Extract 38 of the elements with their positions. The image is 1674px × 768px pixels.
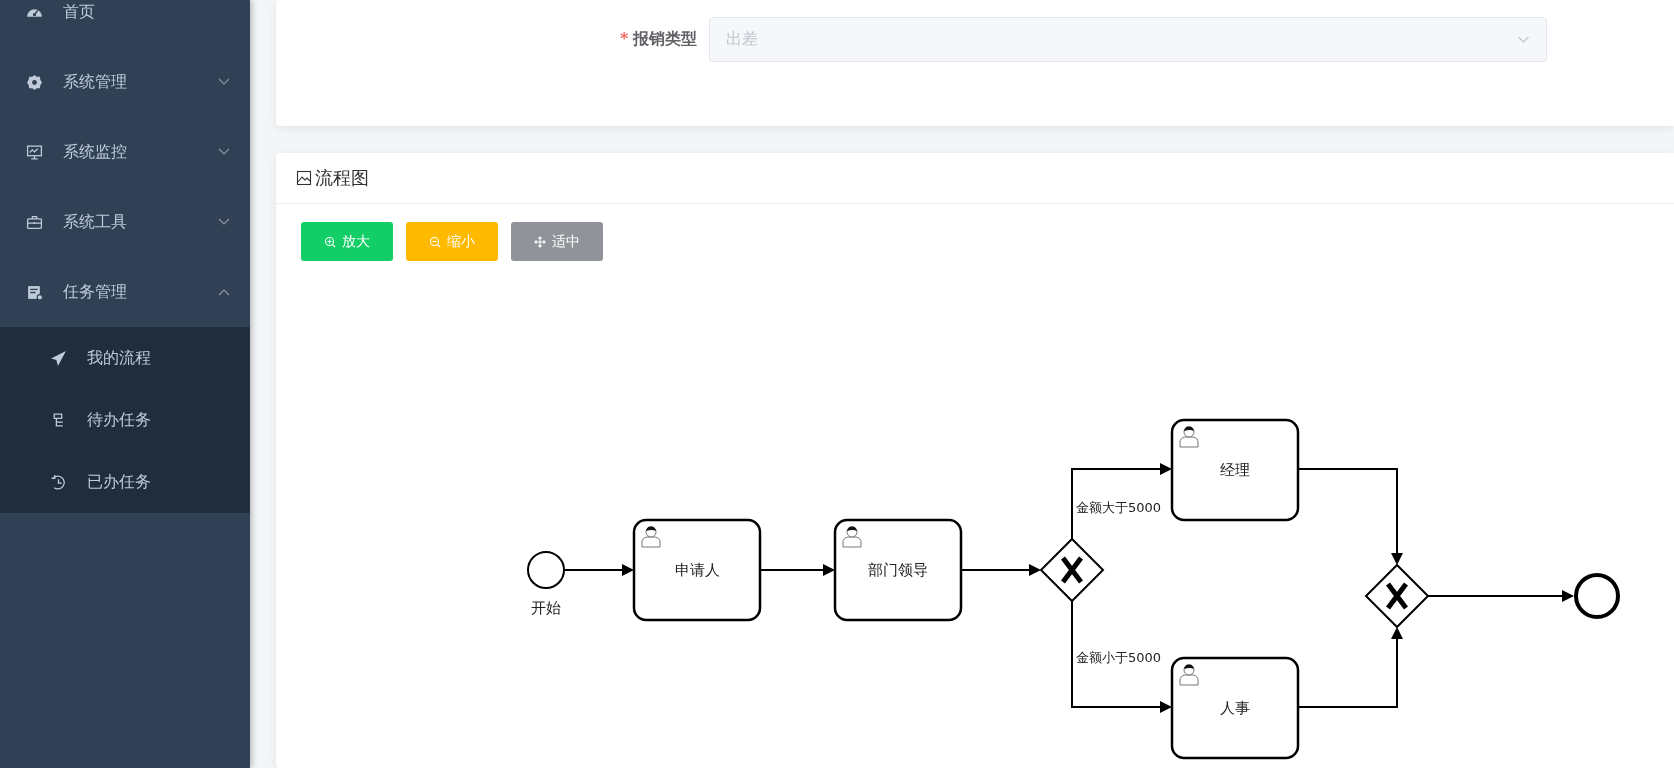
task-label: 部门领导	[868, 561, 928, 579]
chevron-icon	[1517, 35, 1531, 44]
node-label: 开始	[531, 599, 561, 617]
menu-item[interactable]: 系统工具	[0, 187, 250, 257]
flow-label: 金额小于5000	[1076, 650, 1162, 665]
person-icon	[842, 526, 862, 548]
required-mark: *	[620, 29, 629, 48]
move-icon	[534, 235, 546, 248]
person-icon	[1179, 426, 1199, 448]
clock-icon	[50, 473, 67, 491]
picture-icon	[296, 170, 312, 186]
toolbox-icon	[26, 213, 43, 231]
task-label: 经理	[1220, 461, 1250, 479]
start-event	[527, 551, 565, 589]
zoom-in-icon	[324, 235, 336, 248]
gateway	[1364, 563, 1430, 629]
person-icon	[641, 526, 661, 548]
submenu-item[interactable]: 我的流程	[0, 327, 250, 389]
menu-item[interactable]: 系统管理	[0, 47, 250, 117]
menu-item[interactable]: 任务管理	[0, 257, 250, 327]
document-icon	[26, 283, 43, 301]
gateway	[1039, 537, 1105, 603]
zoom-out-icon	[429, 235, 441, 248]
task-label: 人事	[1220, 699, 1250, 717]
flow-arrow	[564, 564, 634, 576]
menu-item[interactable]: 首页	[0, 0, 250, 47]
submenu-item[interactable]: 已办任务	[0, 451, 250, 513]
task-label: 申请人	[674, 561, 720, 579]
field-label: * 报销类型	[620, 29, 699, 50]
flow-label: 金额大于5000	[1076, 500, 1162, 515]
submenu-item[interactable]: 待办任务	[0, 389, 250, 451]
paper-plane-icon	[50, 349, 67, 367]
gear-icon	[26, 73, 43, 91]
end-event	[1574, 573, 1620, 619]
monitor-icon	[26, 143, 43, 161]
menu-item[interactable]: 系统监控	[0, 117, 250, 187]
panel-title: 流程图	[315, 166, 369, 190]
person-icon	[1179, 664, 1199, 686]
